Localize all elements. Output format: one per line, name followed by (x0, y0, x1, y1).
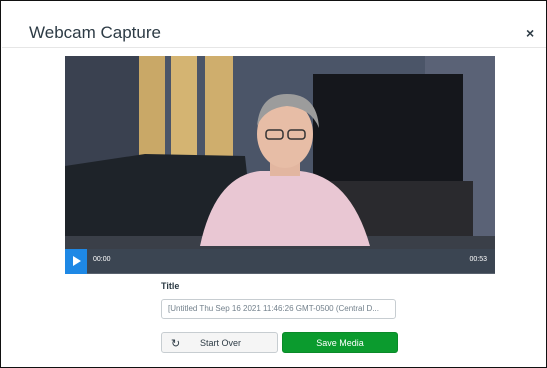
title-label: Title (161, 281, 180, 291)
webcam-frame-image (65, 56, 495, 273)
play-button[interactable] (65, 249, 87, 274)
start-over-label: Start Over (200, 338, 242, 348)
duration: 00:53 (469, 256, 487, 263)
webcam-video-preview (65, 56, 495, 273)
webcam-capture-dialog: Webcam Capture × 00:00 00:53 Title [Unti… (0, 0, 547, 368)
title-input[interactable]: [Untitled Thu Sep 16 2021 11:46:26 GMT-0… (161, 299, 396, 319)
dialog-title: Webcam Capture (29, 23, 161, 42)
video-controls: 00:00 00:53 (65, 249, 495, 274)
header-divider (2, 47, 546, 48)
close-button[interactable]: × (526, 25, 534, 41)
start-over-button[interactable]: ↻ Start Over (161, 332, 278, 353)
save-media-button[interactable]: Save Media (282, 332, 398, 353)
refresh-icon: ↻ (171, 338, 181, 350)
current-time: 00:00 (93, 256, 111, 263)
